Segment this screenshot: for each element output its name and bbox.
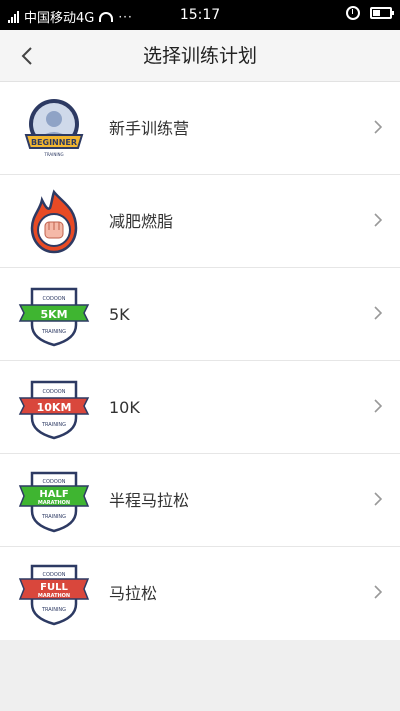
- alarm-icon: [346, 6, 360, 20]
- chevron-right-icon: [374, 120, 382, 134]
- clock: 15:17: [179, 7, 221, 23]
- badge-text: 10KM: [37, 401, 72, 414]
- plan-label: 5K: [109, 305, 130, 324]
- badge-text: 5KM: [40, 308, 67, 321]
- plan-list: BEGINNER TRAINING 新手训练营 减肥燃脂 CODOON 5KM …: [0, 82, 400, 640]
- badge-subtext: TRAINING: [41, 329, 66, 335]
- half-marathon-badge-icon: CODOON HALF MARATHON TRAINING: [18, 471, 90, 533]
- plan-label: 新手训练营: [109, 119, 190, 138]
- plan-item-fat-burn[interactable]: 减肥燃脂: [0, 175, 400, 268]
- plan-item-10k[interactable]: CODOON 10KM TRAINING 10K: [0, 361, 400, 454]
- badge-text: BEGINNER: [31, 138, 77, 147]
- badge-subtext: TRAINING: [41, 422, 66, 428]
- chevron-right-icon: [374, 213, 382, 227]
- chevron-left-icon: [21, 47, 32, 65]
- status-bar: 中国移动4G ··· 15:17: [0, 0, 400, 30]
- badge-brand: CODOON: [43, 479, 66, 485]
- badge-text-2: MARATHON: [38, 593, 70, 599]
- badge-text: HALF: [39, 489, 68, 500]
- chevron-right-icon: [374, 399, 382, 413]
- fat-burn-fist-icon: [30, 189, 78, 254]
- badge-brand: CODOON: [43, 296, 66, 302]
- badge-subtext: TRAINING: [43, 152, 63, 157]
- badge-brand: CODOON: [43, 389, 66, 395]
- badge-brand: CODOON: [43, 572, 66, 578]
- plan-item-half-marathon[interactable]: CODOON HALF MARATHON TRAINING 半程马拉松: [0, 454, 400, 547]
- badge-text: FULL: [40, 582, 68, 593]
- chevron-right-icon: [374, 492, 382, 506]
- plan-label: 减肥燃脂: [109, 212, 174, 231]
- badge-subtext: TRAINING: [41, 514, 66, 520]
- badge-subtext: TRAINING: [41, 607, 66, 613]
- plan-item-beginner[interactable]: BEGINNER TRAINING 新手训练营: [0, 82, 400, 175]
- chevron-right-icon: [374, 306, 382, 320]
- plan-item-full-marathon[interactable]: CODOON FULL MARATHON TRAINING 马拉松: [0, 547, 400, 640]
- navigation-bar: 选择训练计划: [0, 30, 400, 82]
- 5km-badge-icon: CODOON 5KM TRAINING: [18, 287, 90, 347]
- back-button[interactable]: [12, 40, 42, 72]
- plan-label: 半程马拉松: [109, 491, 190, 510]
- badge-text-2: MARATHON: [38, 500, 70, 506]
- full-marathon-badge-icon: CODOON FULL MARATHON TRAINING: [18, 564, 90, 626]
- empty-area: [0, 640, 400, 711]
- plan-item-5k[interactable]: CODOON 5KM TRAINING 5K: [0, 268, 400, 361]
- chevron-right-icon: [374, 585, 382, 599]
- 10km-badge-icon: CODOON 10KM TRAINING: [18, 380, 90, 440]
- plan-label: 10K: [109, 398, 140, 417]
- page-title: 选择训练计划: [142, 45, 257, 67]
- beginner-badge-icon: BEGINNER TRAINING: [24, 99, 84, 157]
- battery-icon: [370, 7, 394, 19]
- plan-label: 马拉松: [109, 584, 158, 603]
